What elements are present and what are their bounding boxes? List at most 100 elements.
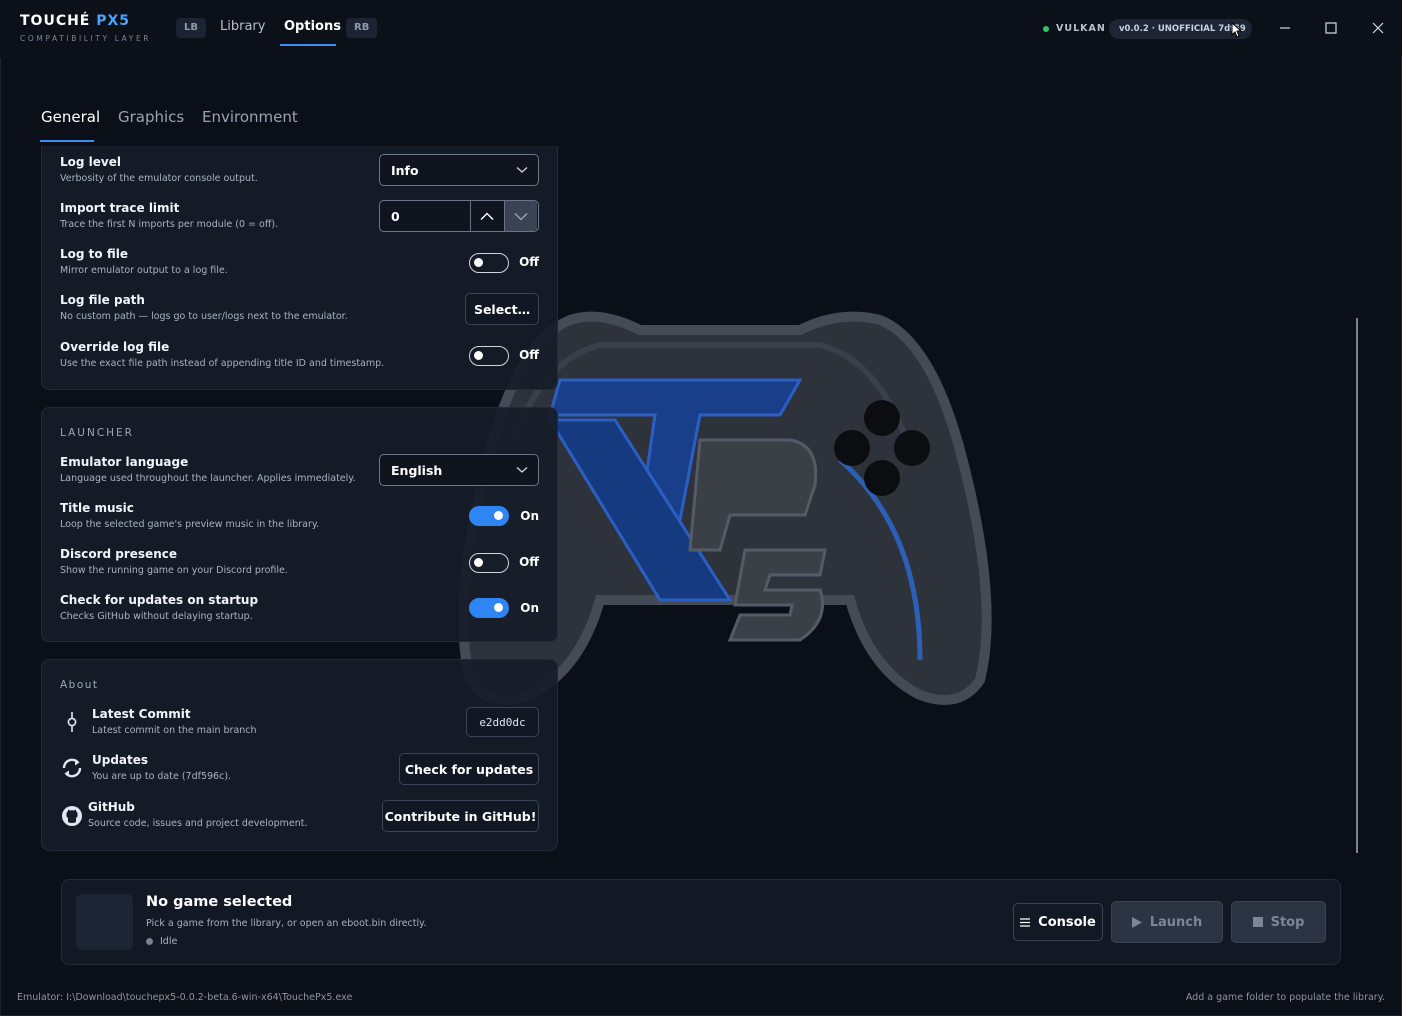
updates-startup-state: On bbox=[520, 601, 539, 615]
discord-desc: Show the running game on your Discord pr… bbox=[60, 565, 288, 576]
about-section-title: About bbox=[60, 679, 99, 691]
updates-title: Updates bbox=[92, 753, 149, 767]
override-log-title: Override log file bbox=[60, 340, 170, 354]
tab-general[interactable]: General bbox=[41, 108, 100, 126]
game-desc: Pick a game from the library, or open an… bbox=[146, 918, 427, 929]
maximize-button[interactable] bbox=[1321, 18, 1341, 38]
renderer-label: VULKAN bbox=[1056, 23, 1106, 34]
tab-environment[interactable]: Environment bbox=[202, 108, 298, 126]
chevron-down-icon bbox=[516, 467, 528, 473]
game-status-text: Idle bbox=[160, 936, 178, 947]
stepper-increment-button[interactable] bbox=[470, 201, 503, 231]
stop-label: Stop bbox=[1270, 914, 1305, 930]
chevron-up-icon bbox=[480, 212, 494, 220]
log-to-file-state: Off bbox=[519, 255, 539, 269]
log-to-file-desc: Mirror emulator output to a log file. bbox=[60, 265, 228, 276]
commit-icon bbox=[60, 710, 84, 734]
github-icon bbox=[60, 804, 84, 828]
commit-hash-badge[interactable]: e2dd0dc bbox=[466, 707, 539, 737]
game-title: No game selected bbox=[146, 894, 293, 910]
log-file-select-button[interactable]: Select… bbox=[465, 293, 539, 325]
tab-graphics[interactable]: Graphics bbox=[118, 108, 184, 126]
nav-options[interactable]: Options bbox=[284, 19, 341, 34]
log-file-path-title: Log file path bbox=[60, 293, 145, 307]
stepper-decrement-button[interactable] bbox=[504, 201, 537, 231]
launcher-settings-card: LAUNCHER Emulator language Language used… bbox=[41, 407, 558, 642]
commit-desc: Latest commit on the main branch bbox=[92, 725, 257, 736]
log-level-value: Info bbox=[391, 162, 419, 178]
brand: TOUCHÉ PX5 COMPATIBILITY LAYER bbox=[20, 13, 151, 43]
close-button[interactable] bbox=[1368, 18, 1388, 38]
language-select[interactable]: English bbox=[379, 454, 539, 486]
rb-shortcut-badge: RB bbox=[346, 18, 378, 38]
updates-desc: You are up to date (7df596c). bbox=[92, 771, 232, 782]
title-music-state: On bbox=[520, 509, 539, 523]
close-icon bbox=[1372, 22, 1384, 34]
toggle-knob bbox=[494, 603, 503, 612]
log-level-title: Log level bbox=[60, 155, 121, 169]
cursor-icon bbox=[1231, 22, 1243, 38]
scrollbar[interactable] bbox=[1356, 318, 1358, 853]
updates-startup-title: Check for updates on startup bbox=[60, 593, 259, 607]
footer-hint: Add a game folder to populate the librar… bbox=[1185, 992, 1385, 1003]
log-to-file-toggle[interactable] bbox=[469, 253, 509, 273]
brand-name: TOUCHÉ PX5 bbox=[20, 13, 151, 29]
discord-state: Off bbox=[519, 555, 539, 569]
launch-label: Launch bbox=[1149, 914, 1203, 930]
title-bar: TOUCHÉ PX5 COMPATIBILITY LAYER LB Librar… bbox=[0, 0, 1402, 58]
import-trace-stepper: 0 bbox=[379, 200, 539, 232]
console-button[interactable]: Console bbox=[1013, 903, 1103, 941]
play-icon bbox=[1131, 916, 1142, 928]
updates-startup-toggle[interactable] bbox=[469, 598, 509, 618]
override-log-desc: Use the exact file path instead of appen… bbox=[60, 358, 385, 369]
stop-button[interactable]: Stop bbox=[1231, 901, 1326, 943]
override-log-state: Off bbox=[519, 348, 539, 362]
game-status-bar: No game selected Pick a game from the li… bbox=[61, 879, 1341, 965]
brand-name-accent: PX5 bbox=[96, 13, 131, 29]
title-music-desc: Loop the selected game's preview music i… bbox=[60, 519, 320, 530]
language-title: Emulator language bbox=[60, 455, 189, 469]
log-to-file-title: Log to file bbox=[60, 247, 128, 261]
tab-active-indicator bbox=[40, 140, 94, 142]
chevron-down-icon bbox=[514, 212, 528, 220]
brand-name-prefix: TOUCHÉ bbox=[20, 13, 97, 29]
maximize-icon bbox=[1325, 22, 1337, 34]
game-thumbnail bbox=[76, 894, 133, 950]
language-desc: Language used throughout the launcher. A… bbox=[60, 473, 356, 484]
brand-subtitle: COMPATIBILITY LAYER bbox=[20, 34, 152, 43]
toggle-knob bbox=[474, 558, 483, 567]
game-status: Idle bbox=[146, 936, 177, 947]
language-value: English bbox=[391, 462, 443, 478]
refresh-icon bbox=[60, 756, 84, 780]
toggle-knob bbox=[474, 351, 483, 360]
status-dot-icon bbox=[1043, 25, 1049, 32]
nav-library[interactable]: Library bbox=[220, 19, 265, 34]
check-updates-button[interactable]: Check for updates bbox=[399, 753, 539, 785]
nav-active-indicator bbox=[280, 44, 336, 46]
toggle-knob bbox=[474, 258, 483, 267]
general-settings-card: Log level Verbosity of the emulator cons… bbox=[41, 146, 558, 390]
minimize-button[interactable] bbox=[1275, 18, 1295, 38]
launcher-section-title: LAUNCHER bbox=[60, 427, 134, 439]
console-label: Console bbox=[1038, 914, 1096, 930]
stop-icon bbox=[1252, 917, 1263, 927]
commit-title: Latest Commit bbox=[92, 707, 191, 721]
about-card: About Latest Commit Latest commit on the… bbox=[41, 659, 558, 851]
import-trace-title: Import trace limit bbox=[60, 201, 180, 215]
discord-toggle[interactable] bbox=[469, 553, 509, 573]
launch-button[interactable]: Launch bbox=[1111, 901, 1223, 943]
import-trace-input[interactable]: 0 bbox=[391, 209, 400, 224]
override-log-toggle[interactable] bbox=[469, 346, 509, 366]
github-desc: Source code, issues and project developm… bbox=[88, 818, 308, 829]
github-title: GitHub bbox=[88, 800, 135, 814]
updates-startup-desc: Checks GitHub without delaying startup. bbox=[60, 611, 253, 622]
contribute-github-button[interactable]: Contribute in GitHub! bbox=[382, 800, 539, 832]
log-level-select[interactable]: Info bbox=[379, 154, 539, 186]
renderer-status: VULKAN bbox=[1043, 23, 1106, 34]
minimize-icon bbox=[1280, 27, 1290, 29]
log-file-path-desc: No custom path — logs go to user/logs ne… bbox=[60, 311, 348, 322]
menu-icon bbox=[1020, 917, 1031, 927]
lb-shortcut-badge: LB bbox=[176, 18, 206, 38]
emulator-path: Emulator: I:\Download\touchepx5-0.0.2-be… bbox=[17, 992, 353, 1003]
title-music-toggle[interactable] bbox=[469, 506, 509, 526]
